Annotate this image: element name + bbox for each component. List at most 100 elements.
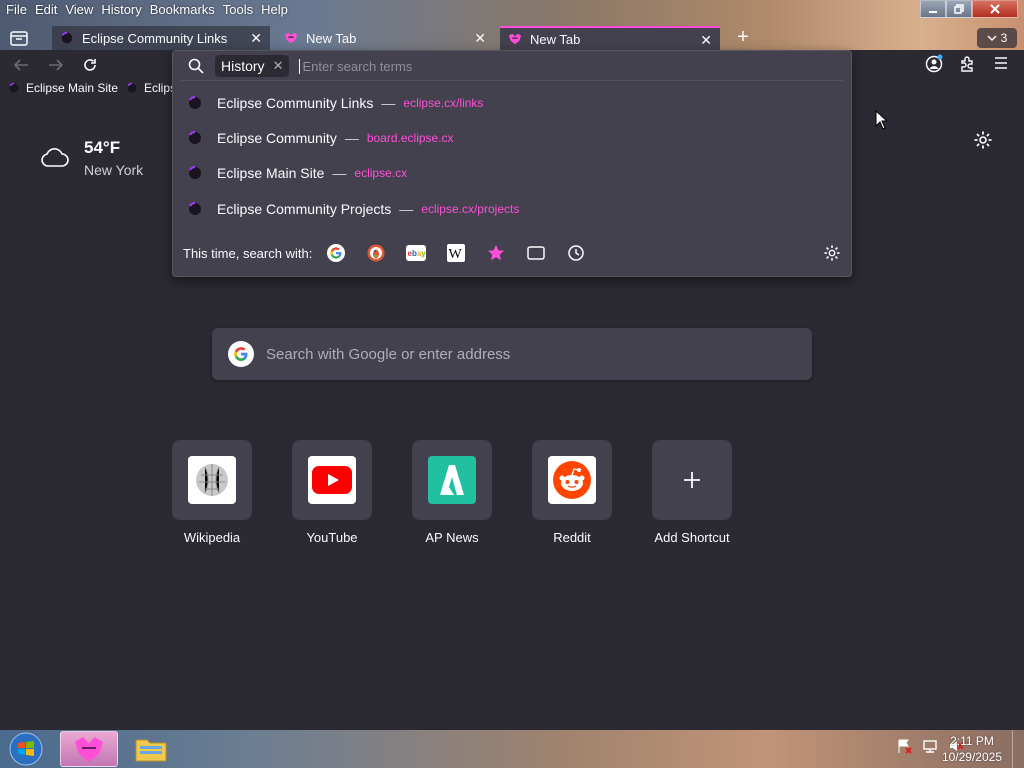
search-mode-chip[interactable]: History ✕ <box>215 55 290 77</box>
result-url: board.eclipse.cx <box>366 131 454 145</box>
gear-icon <box>974 131 992 149</box>
result-separator: — <box>332 165 347 181</box>
forward-arrow-icon <box>49 59 64 71</box>
shortcut-youtube[interactable]: YouTube <box>292 440 372 545</box>
wikipedia-globe-icon <box>196 464 228 496</box>
close-window-button[interactable] <box>972 0 1018 18</box>
history-search-button[interactable] <box>566 243 586 263</box>
newtab-search-box[interactable]: Search with Google or enter address <box>212 328 812 380</box>
back-arrow-icon <box>13 59 28 71</box>
list-all-tabs-button[interactable]: 3 <box>977 28 1017 48</box>
result-row[interactable]: Eclipse Community Projects — eclipse.cx/… <box>187 197 519 221</box>
restore-icon <box>954 4 964 14</box>
shortcut-ap-news[interactable]: AP News <box>412 440 492 545</box>
minimize-button[interactable] <box>920 0 946 18</box>
search-with-label: This time, search with: <box>183 245 313 261</box>
search-settings-button[interactable] <box>823 244 841 262</box>
result-title: Eclipse Community <box>217 130 337 146</box>
weather-widget[interactable]: 54°F New York <box>40 138 143 178</box>
result-separator: — <box>381 95 396 111</box>
apnews-logo-icon <box>440 465 464 495</box>
firefox-view-button[interactable] <box>8 28 30 48</box>
youtube-play-icon <box>312 466 352 494</box>
tab-title: New Tab <box>306 30 357 46</box>
tabs-search-button[interactable] <box>526 243 546 263</box>
taskbar-browser[interactable] <box>60 731 118 767</box>
new-tab-button[interactable]: + <box>733 27 753 48</box>
wikipedia-icon: W <box>447 244 466 262</box>
show-desktop-button[interactable] <box>1012 730 1024 768</box>
shortcut-label: Add Shortcut <box>654 530 730 545</box>
bookmark-eclipse[interactable]: Eclips <box>126 81 176 95</box>
menu-help[interactable]: Help <box>259 0 294 20</box>
system-clock[interactable]: 2:11 PM 10/29/2025 <box>942 733 1002 765</box>
svg-text:ebay: ebay <box>408 249 427 258</box>
cloud-icon <box>41 148 69 167</box>
plus-icon <box>684 472 700 488</box>
shortcut-reddit[interactable]: Reddit <box>532 440 612 545</box>
menu-edit[interactable]: Edit <box>33 0 63 20</box>
forward-button[interactable] <box>45 54 67 76</box>
start-button[interactable] <box>6 732 46 766</box>
urlbar[interactable]: History ✕ Enter search terms <box>173 53 851 79</box>
tab-new-tab-active[interactable]: New Tab ✕ <box>500 26 720 50</box>
tab-eclipse-community-links[interactable]: Eclipse Community Links ✕ <box>52 26 270 50</box>
tab-close-button[interactable]: ✕ <box>700 32 712 49</box>
shortcut-tile <box>412 440 492 520</box>
extensions-button[interactable] <box>958 54 978 74</box>
bookmark-eclipse-main-site[interactable]: Eclipse Main Site <box>8 81 118 95</box>
tab-new-tab[interactable]: New Tab ✕ <box>276 26 494 50</box>
menu-tools[interactable]: Tools <box>221 0 259 20</box>
result-url: eclipse.cx <box>354 166 408 180</box>
ebay-engine-button[interactable]: ebay <box>406 243 427 263</box>
bookmarks-search-button[interactable] <box>486 243 506 263</box>
account-button[interactable] <box>924 54 944 74</box>
menu-bookmarks[interactable]: Bookmarks <box>148 0 221 20</box>
eclipse-favicon-icon <box>189 96 201 109</box>
weather-temperature: 54°F <box>84 138 121 157</box>
back-button[interactable] <box>10 54 32 76</box>
result-url: eclipse.cx/projects <box>421 202 520 216</box>
mouse-cursor-icon <box>875 110 887 130</box>
reddit-logo-icon <box>553 461 591 499</box>
menu-history[interactable]: History <box>99 0 147 20</box>
search-mode-close-icon[interactable]: ✕ <box>273 58 284 74</box>
taskbar-file-explorer[interactable] <box>122 731 180 767</box>
reload-button[interactable] <box>79 54 101 76</box>
menu-view[interactable]: View <box>63 0 99 20</box>
one-off-search-bar: This time, search with: ebay W <box>183 243 843 263</box>
result-row[interactable]: Eclipse Main Site — eclipse.cx <box>187 161 407 185</box>
result-row[interactable]: Eclipse Community — board.eclipse.cx <box>187 126 454 150</box>
tab-strip: Eclipse Community Links ✕ New Tab ✕ New … <box>0 26 1024 50</box>
clock-time: 2:11 PM <box>950 734 994 748</box>
shortcut-tile <box>172 440 252 520</box>
shortcut-wikipedia[interactable]: Wikipedia <box>172 440 252 545</box>
wikipedia-engine-button[interactable]: W <box>446 243 466 263</box>
tab-close-button[interactable]: ✕ <box>250 30 262 47</box>
shortcut-label: Wikipedia <box>183 530 241 545</box>
google-engine-button[interactable] <box>326 243 346 263</box>
eclipse-favicon-icon <box>189 131 201 144</box>
menu-file[interactable]: File <box>4 0 33 20</box>
shortcut-tile <box>292 440 372 520</box>
network-icon[interactable] <box>922 738 938 754</box>
close-icon <box>990 4 1000 14</box>
duckduckgo-icon <box>367 244 385 262</box>
eclipse-favicon-icon <box>61 31 73 44</box>
tab-count: 3 <box>1000 31 1008 45</box>
customize-button[interactable] <box>973 130 993 150</box>
result-row[interactable]: Eclipse Community Links — eclipse.cx/lin… <box>187 91 483 115</box>
action-center-flag-icon[interactable] <box>896 738 912 754</box>
taskbar: 2:11 PM 10/29/2025 <box>0 730 1024 768</box>
shortcut-add[interactable]: Add Shortcut <box>652 440 732 545</box>
tab-close-button[interactable]: ✕ <box>474 30 486 47</box>
app-menu-button[interactable] <box>992 54 1012 74</box>
urlbar-dropdown: History ✕ Enter search terms Eclipse Com… <box>172 50 852 277</box>
urlbar-input[interactable]: Enter search terms <box>299 58 412 74</box>
maximize-button[interactable] <box>946 0 972 18</box>
menu-bar: File Edit View History Bookmarks Tools H… <box>0 0 294 20</box>
firefox-view-icon <box>10 31 28 46</box>
result-title: Eclipse Main Site <box>217 165 325 181</box>
duckduckgo-engine-button[interactable] <box>366 243 386 263</box>
eclipse-favicon-icon <box>9 82 19 93</box>
